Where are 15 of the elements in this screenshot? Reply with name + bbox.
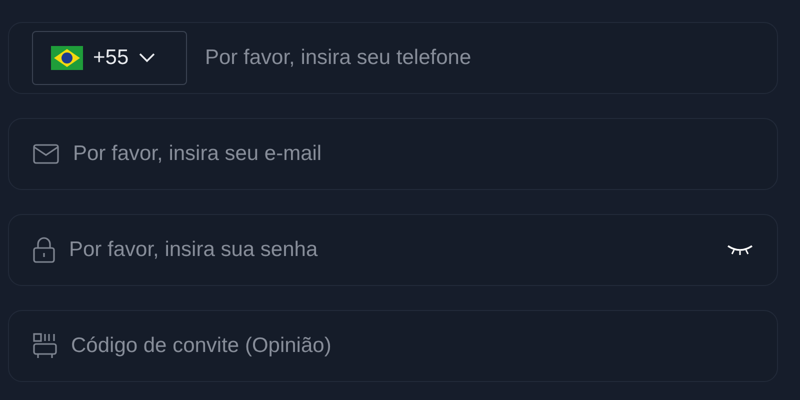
email-field[interactable]: Por favor, insira seu e-mail xyxy=(8,118,778,190)
caret-icon xyxy=(138,53,155,63)
show-password-button[interactable] xyxy=(727,244,753,256)
text-input[interactable]: Por favor, insira sua senha xyxy=(69,232,713,268)
flag-icon xyxy=(51,46,83,70)
invite-code-field[interactable]: Código de convite (Opinião) xyxy=(8,310,778,382)
phone-field[interactable]: +55 Por favor, insira seu telefone xyxy=(8,22,778,94)
text-input[interactable]: Por favor, insira seu e-mail xyxy=(73,136,753,172)
closed-eye-icon xyxy=(727,244,753,256)
password-field[interactable]: Por favor, insira sua senha xyxy=(8,214,778,286)
country-code-select[interactable]: +55 xyxy=(32,31,187,85)
text-input[interactable]: Por favor, insira seu telefone xyxy=(205,40,753,76)
mail-icon xyxy=(33,144,59,164)
lock-icon xyxy=(33,237,55,263)
text-input[interactable]: Código de convite (Opinião) xyxy=(71,328,753,364)
